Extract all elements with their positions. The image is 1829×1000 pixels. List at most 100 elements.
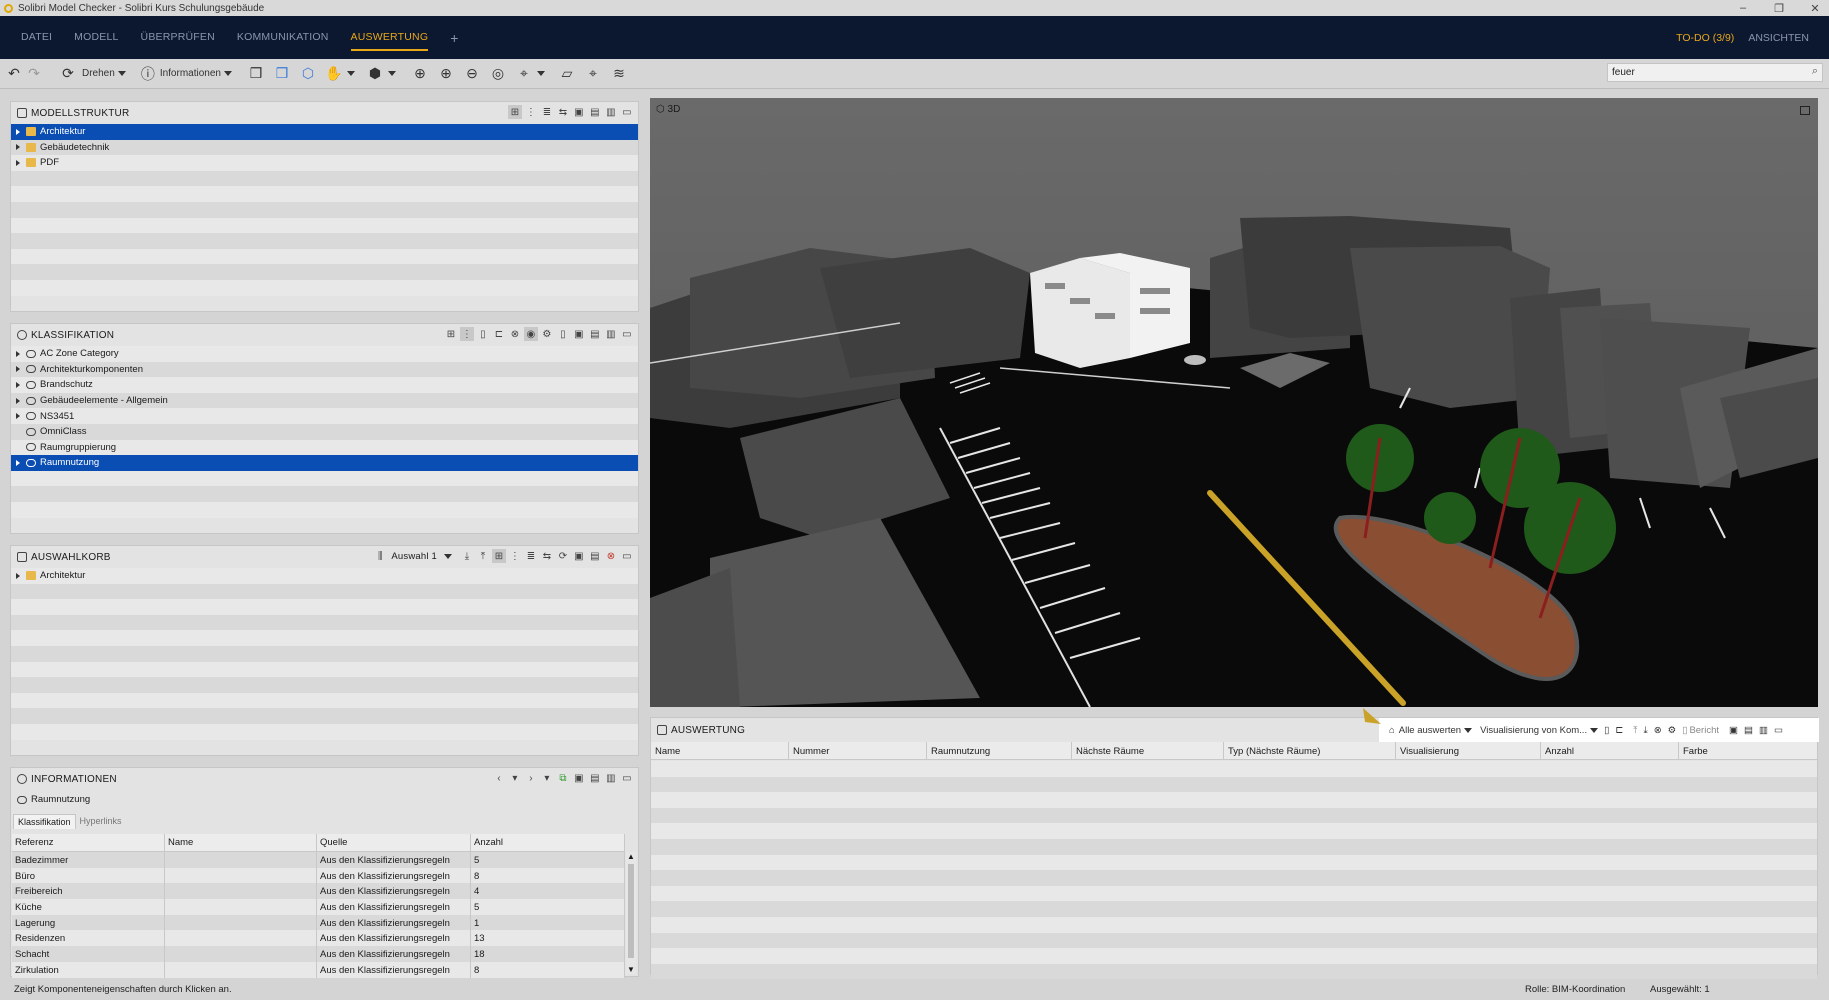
evaluate-all-button[interactable]: Alle auswerten xyxy=(1399,725,1461,736)
cube-icon[interactable]: ⬡ xyxy=(298,64,318,84)
remove-icon[interactable]: ⊗ xyxy=(1654,725,1662,736)
sync-icon[interactable]: ⧉ xyxy=(556,771,570,785)
print-icon[interactable]: ▤ xyxy=(588,327,602,341)
selection-dropdown-label[interactable]: Auswahl 1 xyxy=(391,551,437,562)
export-icon[interactable]: ▥ xyxy=(604,327,618,341)
print-icon[interactable]: ▤ xyxy=(588,549,602,563)
settings-icon[interactable]: ⚙ xyxy=(1668,725,1677,736)
export-icon[interactable]: ▥ xyxy=(604,105,618,119)
classification-gebaeudeelemente[interactable]: Gebäudeelemente - Allgemein xyxy=(11,392,638,409)
column-anzahl[interactable]: Anzahl xyxy=(1541,742,1679,759)
maximize-icon[interactable] xyxy=(1800,106,1810,115)
layers-icon[interactable]: ≋ xyxy=(609,64,629,84)
copy-icon[interactable]: ▣ xyxy=(572,105,586,119)
vertical-scrollbar[interactable]: ▲ ▼ xyxy=(626,852,636,974)
column-farbe[interactable]: Farbe xyxy=(1679,742,1817,759)
chevron-down-icon[interactable] xyxy=(346,71,355,76)
classification-ac-zone[interactable]: AC Zone Category xyxy=(11,346,638,362)
refresh-icon[interactable]: ⟳ xyxy=(556,549,570,563)
export-icon[interactable]: ▥ xyxy=(1759,725,1768,736)
table-row[interactable]: Küche Aus den Klassifizierungsregeln 5 xyxy=(12,899,625,915)
print-icon[interactable]: ▤ xyxy=(588,105,602,119)
search-input[interactable]: feuer ⌕ xyxy=(1607,63,1823,82)
open-folder-icon[interactable]: ⊏ xyxy=(492,327,506,341)
export-icon[interactable]: ▥ xyxy=(604,771,618,785)
copy-icon[interactable]: ▣ xyxy=(572,327,586,341)
chevron-down-icon[interactable] xyxy=(387,71,396,76)
column-quelle[interactable]: Quelle xyxy=(317,834,471,851)
expand-arrow-icon[interactable] xyxy=(16,459,20,466)
expand-arrow-icon[interactable] xyxy=(16,159,20,166)
expand-arrow-icon[interactable] xyxy=(16,381,20,388)
3d-scene[interactable] xyxy=(650,98,1818,707)
walk-icon[interactable]: ✋ xyxy=(324,64,344,84)
column-anzahl[interactable]: Anzahl xyxy=(471,834,625,851)
hierarchy-icon[interactable]: ⋮ xyxy=(508,549,522,563)
menu-datei[interactable]: DATEI xyxy=(21,16,52,59)
tree-item-architektur[interactable]: Architektur xyxy=(11,124,638,140)
table-row[interactable]: Büro Aus den Klassifizierungsregeln 8 xyxy=(12,867,625,884)
maximize-icon[interactable]: ▭ xyxy=(620,771,634,785)
back-icon[interactable]: ‹ xyxy=(492,771,506,785)
map-icon[interactable]: ⌖ xyxy=(583,64,603,84)
classification-raumgruppierung[interactable]: Raumgruppierung xyxy=(11,439,638,456)
expand-arrow-icon[interactable] xyxy=(16,397,20,404)
tree-icon[interactable]: ⊞ xyxy=(508,105,522,119)
close-button[interactable]: ✕ xyxy=(1797,2,1829,15)
column-name[interactable]: Name xyxy=(165,834,317,851)
forward-icon[interactable]: › xyxy=(524,771,538,785)
open-folder-icon[interactable]: ⊏ xyxy=(1615,725,1623,736)
column-referenz[interactable]: Referenz xyxy=(12,834,165,851)
settings-icon[interactable]: ⚙ xyxy=(540,327,554,341)
menu-auswertung[interactable]: AUSWERTUNG xyxy=(350,16,429,59)
cube-group-icon[interactable]: ❒ xyxy=(246,64,266,84)
todo-button[interactable]: TO-DO (3/9) xyxy=(1676,32,1734,44)
menu-modell[interactable]: MODELL xyxy=(74,16,118,59)
maximize-icon[interactable]: ▭ xyxy=(620,549,634,563)
3d-view[interactable]: ⬡ 3D xyxy=(650,98,1818,707)
tree-item-pdf[interactable]: PDF xyxy=(11,155,638,171)
column-visualisierung[interactable]: Visualisierung xyxy=(1396,742,1541,759)
classification-architekturkomponenten[interactable]: Architekturkomponenten xyxy=(11,361,638,378)
upload-icon[interactable]: ⤒ xyxy=(1633,725,1637,736)
classification-brandschutz[interactable]: Brandschutz xyxy=(11,377,638,393)
hierarchy-icon[interactable]: ⋮ xyxy=(524,105,538,119)
expand-arrow-icon[interactable] xyxy=(16,128,20,135)
expand-arrow-icon[interactable] xyxy=(16,572,20,579)
delete-icon[interactable]: ⊗ xyxy=(604,549,618,563)
column-name[interactable]: Name xyxy=(651,742,789,759)
scroll-up-icon[interactable]: ▲ xyxy=(627,852,635,861)
stack-icon[interactable]: ≣ xyxy=(540,105,554,119)
zoom-fit-icon[interactable]: ⊕ xyxy=(410,64,430,84)
menu-ueberpruefen[interactable]: ÜBERPRÜFEN xyxy=(141,16,215,59)
table-row[interactable]: Lagerung Aus den Klassifizierungsregeln 1 xyxy=(12,914,625,931)
tab-klassifikation[interactable]: Klassifikation xyxy=(13,814,76,829)
home-icon[interactable]: ⌂ xyxy=(1389,725,1395,736)
maximize-icon[interactable]: ▭ xyxy=(620,327,634,341)
chevron-down-icon[interactable] xyxy=(444,553,452,559)
zoom-out-icon[interactable]: ⊖ xyxy=(462,64,482,84)
section-plane-icon[interactable]: ▱ xyxy=(557,64,577,84)
info-dropdown[interactable]: ⓘ Informationen xyxy=(138,62,232,86)
basket-item-architektur[interactable]: Architektur xyxy=(11,568,638,584)
visualization-dropdown[interactable]: Visualisierung von Kom... xyxy=(1480,725,1587,736)
print-icon[interactable]: ▤ xyxy=(588,771,602,785)
menu-kommunikation[interactable]: KOMMUNIKATION xyxy=(237,16,329,59)
download-icon[interactable]: ⤓ xyxy=(460,549,474,563)
minimize-button[interactable]: – xyxy=(1725,2,1761,14)
table-row[interactable]: Zirkulation Aus den Klassifizierungsregel… xyxy=(12,961,625,978)
nav-dropdown-icon[interactable]: ▾ xyxy=(508,771,522,785)
chevron-down-icon[interactable] xyxy=(1590,727,1599,733)
table-row[interactable]: Residenzen Aus den Klassifizierungsregeln… xyxy=(12,930,625,947)
tree-icon[interactable]: ⊞ xyxy=(492,549,506,563)
tab-hyperlinks[interactable]: Hyperlinks xyxy=(76,814,126,829)
redo-icon[interactable]: ↷ xyxy=(24,64,44,84)
chevron-down-icon[interactable] xyxy=(536,71,545,76)
copy-icon[interactable]: ▣ xyxy=(1729,725,1738,736)
add-tab-button[interactable]: + xyxy=(450,30,458,46)
box-view-icon[interactable]: ⬢ xyxy=(365,64,385,84)
upload-icon[interactable]: ⤒ xyxy=(476,549,490,563)
document-icon[interactable]: ▯ xyxy=(556,327,570,341)
expand-arrow-icon[interactable] xyxy=(16,366,20,373)
expand-arrow-icon[interactable] xyxy=(16,350,20,357)
